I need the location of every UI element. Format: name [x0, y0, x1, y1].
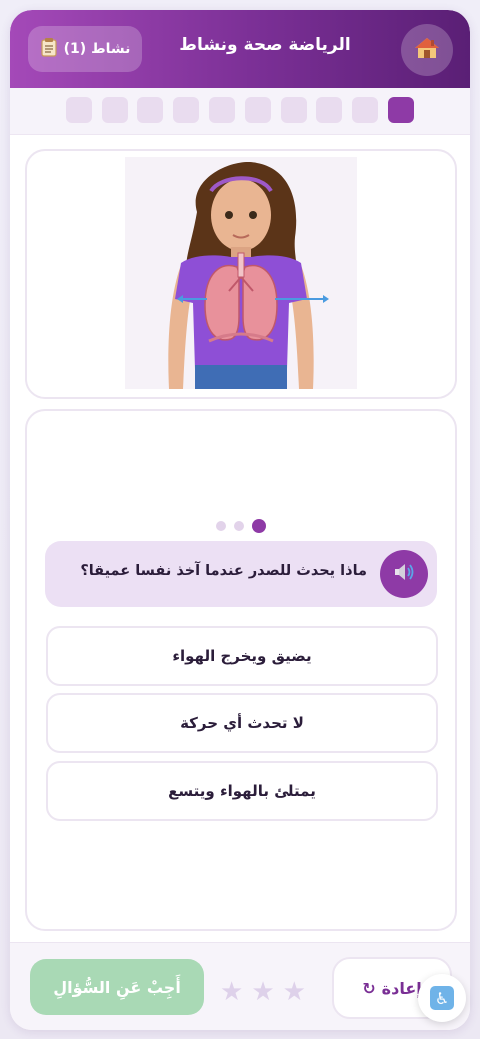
progress-step-8 [137, 97, 163, 123]
star-icon: ★ [220, 977, 244, 1007]
answer-button[interactable]: أَجِبْ عَنِ السُّؤالِ [30, 959, 204, 1015]
progress-step-7 [173, 97, 199, 123]
activity-label: نشاط (1) [63, 41, 131, 57]
refresh-icon: ↻ [362, 978, 376, 998]
star-rating: ★ ★ ★ [220, 979, 306, 1005]
house-icon [414, 36, 440, 64]
girl-lungs-illustration [125, 157, 357, 389]
activity-button[interactable]: نشاط (1) [28, 26, 142, 72]
app-window: نشاط (1) الرياضة صحة ونشاط ماذا يحدث للص… [10, 10, 470, 1030]
page-dot-1[interactable] [252, 519, 266, 533]
progress-bar [10, 88, 470, 135]
progress-step-1 [388, 97, 414, 123]
wheelchair-icon: ♿ [430, 986, 454, 1010]
progress-step-2 [352, 97, 378, 123]
clipboard-icon [40, 37, 58, 61]
accessibility-button[interactable]: ♿ [418, 974, 466, 1022]
progress-step-10 [66, 97, 92, 123]
image-card [25, 149, 457, 399]
question-text: ماذا يحدث للصدر عندما آخذ نفسا عميقا؟ [80, 563, 367, 579]
page-dot-2[interactable] [234, 521, 244, 531]
answer-option-3[interactable]: يمتلئ بالهواء ويتسع [46, 761, 438, 821]
quiz-card: ماذا يحدث للصدر عندما آخذ نفسا عميقا؟ يض… [25, 409, 457, 931]
progress-step-9 [102, 97, 128, 123]
progress-step-4 [281, 97, 307, 123]
page-dot-3[interactable] [216, 521, 226, 531]
star-icon: ★ [251, 977, 275, 1007]
page-title: الرياضة صحة ونشاط [179, 35, 351, 55]
speaker-button[interactable] [380, 550, 428, 598]
header-bar: نشاط (1) الرياضة صحة ونشاط [10, 10, 470, 88]
answer-option-2[interactable]: لا تحدث أي حركة [46, 693, 438, 753]
footer-bar: أَجِبْ عَنِ السُّؤالِ ★ ★ ★ إعادة ↻ [10, 942, 470, 1030]
question-box: ماذا يحدث للصدر عندما آخذ نفسا عميقا؟ [45, 541, 437, 607]
star-icon: ★ [282, 977, 306, 1007]
answer-option-1[interactable]: يضيق ويخرج الهواء [46, 626, 438, 686]
reset-label: إعادة [381, 978, 422, 998]
progress-step-6 [209, 97, 235, 123]
home-button[interactable] [401, 24, 453, 76]
speaker-icon [393, 562, 415, 586]
page-dots [216, 519, 266, 533]
progress-step-5 [245, 97, 271, 123]
progress-step-3 [316, 97, 342, 123]
